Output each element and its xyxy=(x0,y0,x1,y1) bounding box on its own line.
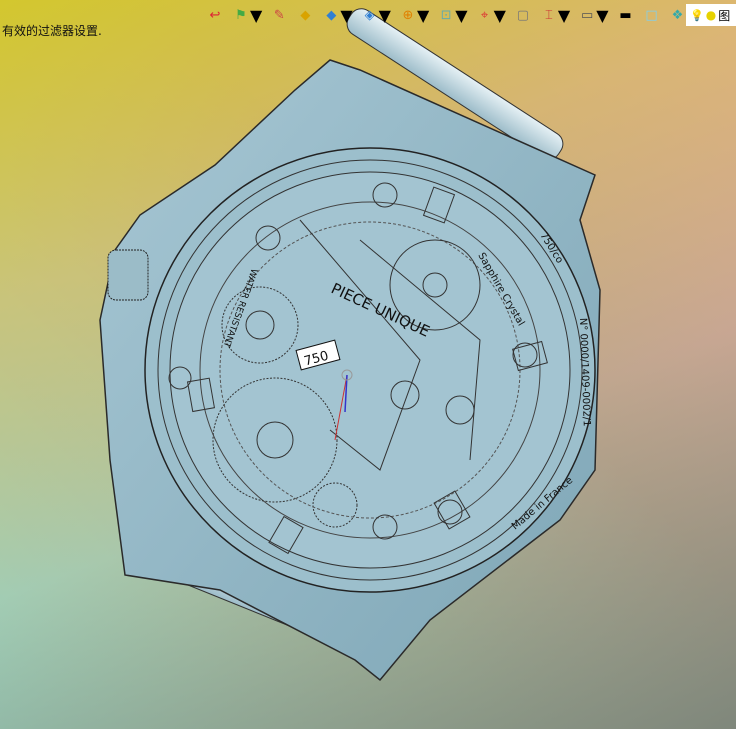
3d-viewport[interactable]: PIECE UNIQUE WATER RESISTANT Sapphire Cr… xyxy=(0,0,736,729)
frame-icon[interactable]: ▢ xyxy=(514,4,532,26)
exit-icon[interactable]: ↩ xyxy=(206,4,224,26)
brush-icon-glyph: ✎ xyxy=(273,7,285,23)
measure-icon-glyph: ⌶ xyxy=(544,7,553,23)
frame-icon-glyph: ▢ xyxy=(516,7,530,23)
brush-icon[interactable]: ✎ xyxy=(270,4,288,26)
color-black-icon-glyph: ▬ xyxy=(619,7,632,23)
cube-yellow-icon[interactable]: ◆ xyxy=(296,4,314,26)
chevron-down-icon[interactable]: ▼ xyxy=(596,6,608,25)
cube-blue-icon-glyph: ◆ xyxy=(326,7,337,23)
view-orient-icon-glyph: ⚑ xyxy=(235,7,247,23)
crosshair-icon-glyph: ⌖ xyxy=(480,7,489,23)
chevron-down-icon[interactable]: ▼ xyxy=(340,6,352,25)
zoom-fit-icon-glyph: ⊡ xyxy=(440,7,452,23)
monitor-icon-glyph: ▭ xyxy=(581,7,594,23)
layers-icon-glyph: ❖ xyxy=(671,7,684,23)
display-style-icon[interactable]: ⊕ xyxy=(399,4,417,26)
yellow-dot-icon[interactable]: ● xyxy=(706,8,716,22)
chevron-down-icon[interactable]: ▼ xyxy=(379,6,391,25)
watch-case xyxy=(99,59,601,682)
view-orient-icon[interactable]: ⚑ xyxy=(232,4,250,26)
cube-section-icon[interactable]: ◈ xyxy=(361,4,379,26)
exit-icon-glyph: ↩ xyxy=(209,7,221,23)
chevron-down-icon[interactable]: ▼ xyxy=(455,6,467,25)
cube-yellow-icon-glyph: ◆ xyxy=(300,7,311,23)
chevron-down-icon[interactable]: ▼ xyxy=(494,6,506,25)
crown xyxy=(107,249,149,301)
measure-icon[interactable]: ⌶ xyxy=(540,4,558,26)
chevron-down-icon[interactable]: ▼ xyxy=(558,6,570,25)
color-swatch-icon[interactable]: □ xyxy=(643,4,661,26)
view-label: 图 xyxy=(718,8,731,23)
zoom-fit-icon[interactable]: ⊡ xyxy=(437,4,455,26)
crosshair-icon[interactable]: ⌖ xyxy=(476,4,494,26)
monitor-icon[interactable]: ▭ xyxy=(578,4,596,26)
view-right-panel: 💡 ● 图 xyxy=(686,4,736,26)
watch-model[interactable]: PIECE UNIQUE WATER RESISTANT Sapphire Cr… xyxy=(0,0,736,729)
bulb-icon[interactable]: 💡 xyxy=(690,9,704,22)
view-toolbar: ↩⚑▼✎◆◆▼◈▼⊕▼⊡▼⌖▼▢⌶▼▭▼▬□❖▼ xyxy=(206,4,707,26)
layers-icon[interactable]: ❖ xyxy=(669,4,687,26)
display-style-icon-glyph: ⊕ xyxy=(402,7,414,23)
chevron-down-icon[interactable]: ▼ xyxy=(417,6,429,25)
color-swatch-icon-glyph: □ xyxy=(645,7,658,23)
status-message: 有效的过滤器设置. xyxy=(2,24,102,38)
chevron-down-icon[interactable]: ▼ xyxy=(250,6,262,25)
cube-blue-icon[interactable]: ◆ xyxy=(322,4,340,26)
cube-section-icon-glyph: ◈ xyxy=(364,7,375,23)
color-black-icon[interactable]: ▬ xyxy=(617,4,635,26)
